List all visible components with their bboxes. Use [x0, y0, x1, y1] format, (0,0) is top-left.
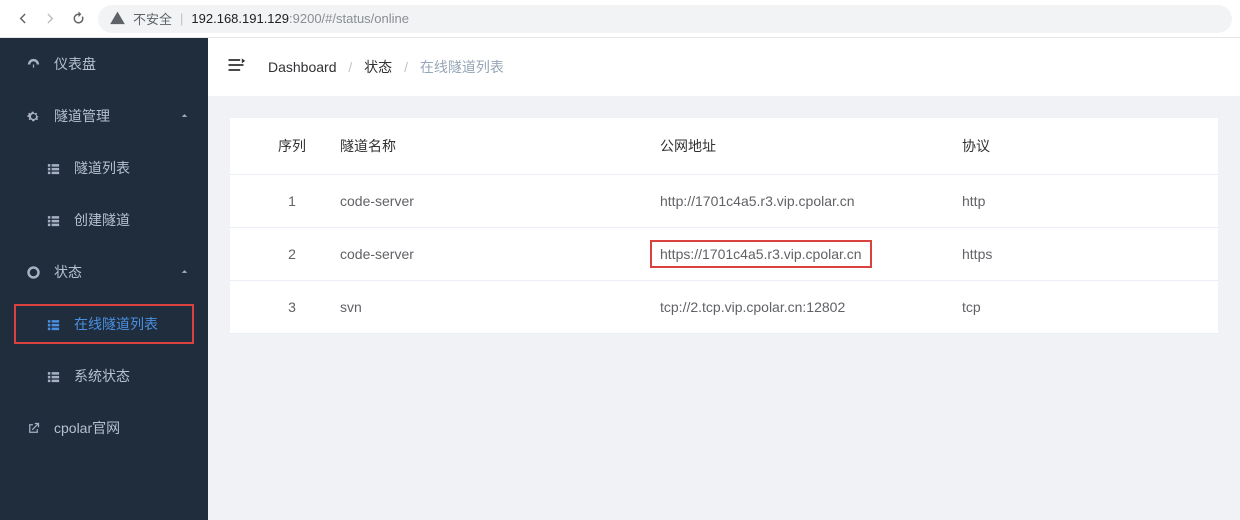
table-header-row: 序列 隧道名称 公网地址 协议 [230, 118, 1218, 175]
sidebar: 仪表盘 隧道管理 隧道列表 创建隧道 状态 在线隧道列表 系统状态 [0, 38, 208, 520]
omnibox-separator: | [180, 11, 183, 26]
breadcrumb-item[interactable]: 状态 [364, 59, 392, 75]
not-secure-label: 不安全 [133, 9, 172, 28]
hamburger-toggle[interactable] [226, 55, 250, 80]
chevron-up-icon [179, 264, 190, 280]
grid-icon [42, 213, 64, 228]
cell-proto: https [958, 228, 1218, 281]
sidebar-label-sys-status: 系统状态 [74, 366, 130, 386]
sidebar-label-tunnel-create: 创建隧道 [74, 210, 130, 230]
sidebar-label-status: 状态 [54, 262, 82, 282]
table-row: 3svntcp://2.tcp.vip.cpolar.cn:12802tcp [230, 281, 1218, 334]
cell-seq: 3 [230, 281, 330, 334]
cell-seq: 1 [230, 175, 330, 228]
cell-name: code-server [330, 228, 650, 281]
cell-seq: 2 [230, 228, 330, 281]
sidebar-item-status[interactable]: 状态 [0, 246, 208, 298]
table-row: 1code-serverhttp://1701c4a5.r3.vip.cpola… [230, 175, 1218, 228]
cell-proto: http [958, 175, 1218, 228]
nav-forward-button[interactable] [36, 0, 64, 38]
list-icon [42, 161, 64, 176]
sidebar-item-cpolar-site[interactable]: cpolar官网 [0, 402, 208, 454]
sidebar-item-online-list[interactable]: 在线隧道列表 [0, 298, 208, 350]
gear-icon [22, 109, 44, 124]
sidebar-item-dashboard[interactable]: 仪表盘 [0, 38, 208, 90]
sidebar-label-dashboard: 仪表盘 [54, 54, 96, 74]
sidebar-label-tunnel-mgmt: 隧道管理 [54, 106, 110, 126]
url-host: 192.168.191.129 [191, 11, 289, 26]
sidebar-label-online-list: 在线隧道列表 [74, 314, 158, 334]
cell-proto: tcp [958, 281, 1218, 334]
grid-icon [42, 369, 64, 384]
browser-toolbar: 不安全 | 192.168.191.129 :9200/#/status/onl… [0, 0, 1240, 38]
sidebar-label-cpolar-site: cpolar官网 [54, 418, 120, 438]
url-path: :9200/#/status/online [289, 11, 409, 26]
external-link-icon [22, 421, 44, 436]
chevron-up-icon [179, 108, 190, 124]
tunnel-table: 序列 隧道名称 公网地址 协议 1code-serverhttp://1701c… [230, 118, 1218, 334]
col-addr: 公网地址 [650, 118, 958, 175]
cell-name: code-server [330, 175, 650, 228]
sidebar-item-tunnel-mgmt[interactable]: 隧道管理 [0, 90, 208, 142]
col-name: 隧道名称 [330, 118, 650, 175]
table-row: 2code-serverhttps://1701c4a5.r3.vip.cpol… [230, 228, 1218, 281]
list-icon [42, 317, 64, 332]
status-icon [22, 265, 44, 280]
cell-addr: http://1701c4a5.r3.vip.cpolar.cn [650, 175, 958, 228]
col-proto: 协议 [958, 118, 1218, 175]
breadcrumb-item[interactable]: Dashboard [268, 59, 337, 75]
sidebar-item-sys-status[interactable]: 系统状态 [0, 350, 208, 402]
col-seq: 序列 [230, 118, 330, 175]
cell-name: svn [330, 281, 650, 334]
nav-back-button[interactable] [8, 0, 36, 38]
cell-addr: https://1701c4a5.r3.vip.cpolar.cn [650, 228, 958, 281]
sidebar-item-tunnel-create[interactable]: 创建隧道 [0, 194, 208, 246]
topbar: Dashboard / 状态 / 在线隧道列表 [208, 38, 1240, 96]
breadcrumb-sep: / [404, 59, 408, 75]
sidebar-label-tunnel-list: 隧道列表 [74, 158, 130, 178]
sidebar-item-tunnel-list[interactable]: 隧道列表 [0, 142, 208, 194]
dashboard-icon [22, 57, 44, 72]
address-bar[interactable]: 不安全 | 192.168.191.129 :9200/#/status/onl… [98, 5, 1232, 33]
breadcrumb-sep: / [348, 59, 352, 75]
main-content: Dashboard / 状态 / 在线隧道列表 序列 隧道名称 公网地址 协议 … [208, 38, 1240, 520]
reload-button[interactable] [64, 0, 92, 38]
breadcrumb-current: 在线隧道列表 [420, 59, 504, 75]
breadcrumb: Dashboard / 状态 / 在线隧道列表 [268, 57, 504, 77]
cell-addr: tcp://2.tcp.vip.cpolar.cn:12802 [650, 281, 958, 334]
not-secure-icon [110, 11, 125, 26]
